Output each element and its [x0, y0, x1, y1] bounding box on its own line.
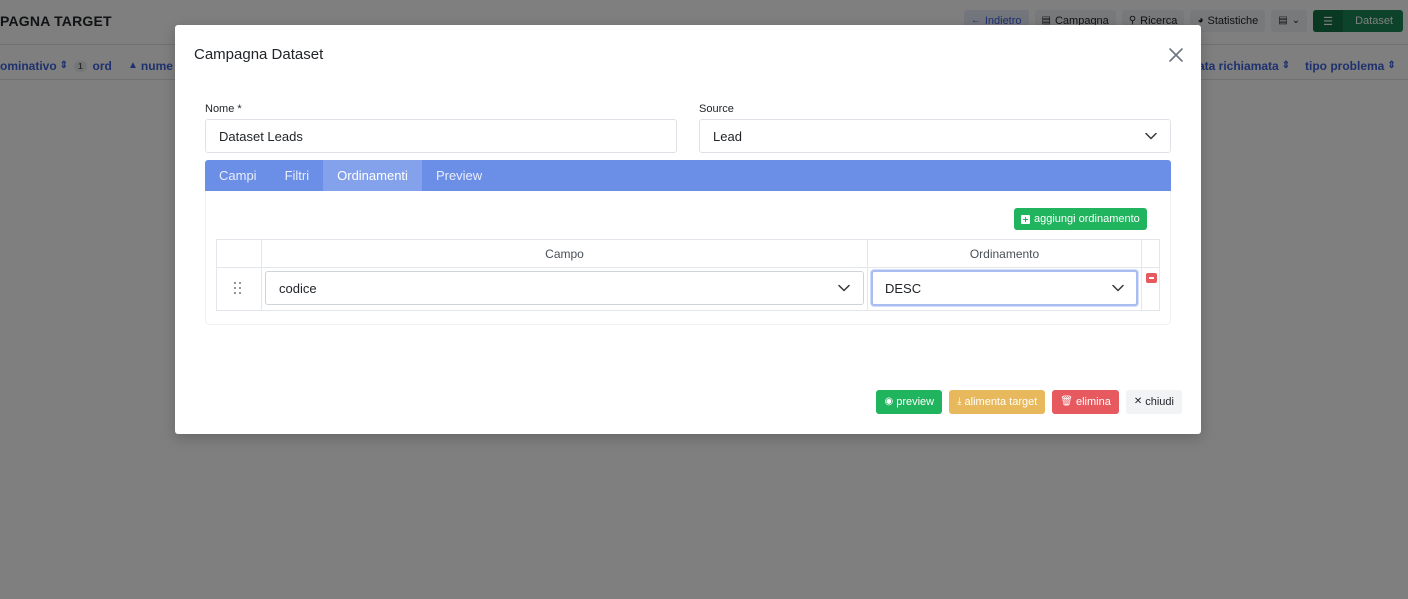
trash-icon: 🗑 [1060, 396, 1073, 407]
source-label: Source [699, 103, 734, 115]
download-icon: ⤓ [957, 396, 962, 407]
elimina-button[interactable]: 🗑 elimina [1052, 390, 1119, 414]
nome-label: Nome * [205, 103, 242, 115]
campo-select[interactable]: codice [265, 271, 864, 305]
chiudi-button[interactable]: ✕ chiudi [1125, 390, 1182, 414]
ordinamenti-table: Campo Ordinamento codice DESC [216, 239, 1160, 311]
chevron-down-icon [838, 284, 850, 292]
source-select[interactable]: Lead [699, 119, 1171, 153]
campagna-dataset-modal: Campagna Dataset Nome * Dataset Leads So… [175, 25, 1201, 434]
handle-column-header [217, 240, 262, 267]
remove-row-button[interactable] [1146, 273, 1157, 283]
chevron-down-icon [1112, 284, 1124, 292]
tab-bar: Campi Filtri Ordinamenti Preview [205, 160, 1171, 191]
drag-handle-icon[interactable] [234, 282, 242, 294]
preview-button[interactable]: ◉ preview [876, 390, 943, 414]
campo-column-header: Campo [262, 240, 868, 267]
alimenta-target-button[interactable]: ⤓ alimenta target [949, 390, 1046, 414]
tab-filtri[interactable]: Filtri [271, 160, 324, 191]
tab-preview[interactable]: Preview [422, 160, 496, 191]
plus-square-icon [1021, 214, 1030, 224]
tab-campi[interactable]: Campi [205, 160, 271, 191]
close-icon: ✕ [1133, 396, 1143, 407]
modal-title: Campagna Dataset [194, 46, 324, 63]
tab-ordinamenti[interactable]: Ordinamenti [323, 160, 422, 191]
add-ordinamento-button[interactable]: aggiungi ordinamento [1014, 208, 1147, 230]
ordinamento-column-header: Ordinamento [868, 240, 1142, 267]
close-icon[interactable] [1167, 46, 1185, 64]
chevron-down-icon [1145, 132, 1157, 140]
ordinamento-select[interactable]: DESC [871, 270, 1138, 306]
eye-icon: ◉ [884, 396, 894, 407]
nome-input[interactable]: Dataset Leads [205, 119, 677, 153]
modal-footer: ◉ preview ⤓ alimenta target 🗑 elimina ✕ … [876, 390, 1182, 414]
